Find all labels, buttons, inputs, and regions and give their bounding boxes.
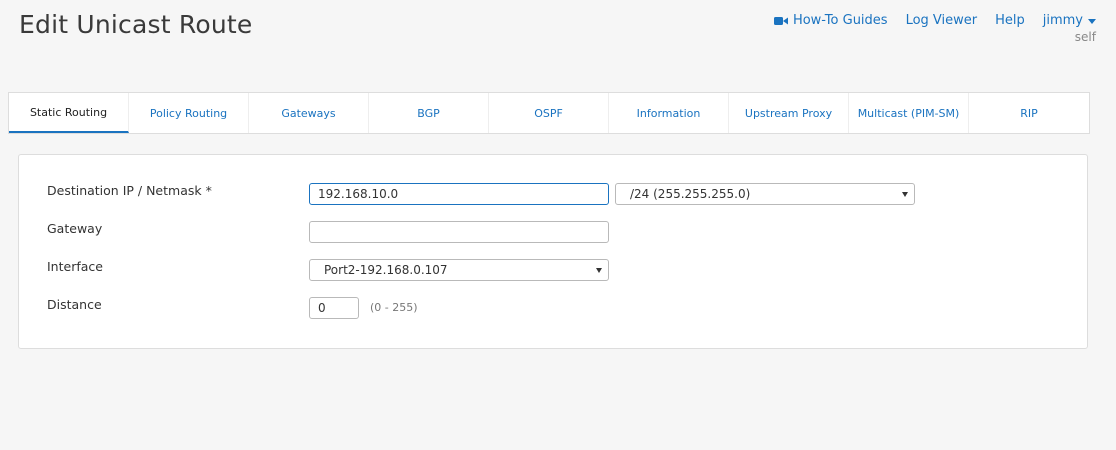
help-link[interactable]: Help (995, 13, 1025, 29)
interface-value: Port2-192.168.0.107 (324, 263, 448, 277)
chevron-down-icon (596, 268, 602, 273)
distance-range-hint: (0 - 255) (370, 301, 418, 314)
routing-tabs: Static Routing Policy Routing Gateways B… (8, 92, 1090, 134)
destination-label: Destination IP / Netmask * (47, 183, 212, 198)
gateway-input[interactable] (309, 221, 609, 243)
video-camera-icon (773, 17, 788, 25)
netmask-value: /24 (255.255.255.0) (630, 187, 751, 201)
caret-down-icon (1088, 18, 1096, 24)
tab-information[interactable]: Information (609, 93, 729, 133)
log-viewer-link[interactable]: Log Viewer (906, 13, 978, 29)
interface-select[interactable]: Port2-192.168.0.107 (309, 259, 609, 281)
tab-bgp[interactable]: BGP (369, 93, 489, 133)
tab-static-routing[interactable]: Static Routing (9, 93, 129, 133)
netmask-select[interactable]: /24 (255.255.255.0) (615, 183, 915, 205)
tab-ospf[interactable]: OSPF (489, 93, 609, 133)
user-name: jimmy (1042, 13, 1083, 28)
howto-guides-link[interactable]: How-To Guides (773, 13, 888, 29)
interface-label: Interface (47, 259, 103, 274)
tab-gateways[interactable]: Gateways (249, 93, 369, 133)
user-menu: jimmy self (1043, 13, 1096, 44)
howto-guides-label: How-To Guides (792, 13, 888, 28)
tab-multicast-pim-sm[interactable]: Multicast (PIM-SM) (849, 93, 969, 133)
tab-policy-routing[interactable]: Policy Routing (129, 93, 249, 133)
tab-rip[interactable]: RIP (969, 93, 1089, 133)
header-links: How-To Guides Log Viewer Help jimmy self (756, 13, 1096, 44)
route-form-panel: Destination IP / Netmask * /24 (255.255.… (18, 154, 1088, 349)
page-title: Edit Unicast Route (19, 10, 253, 39)
distance-label: Distance (47, 297, 102, 312)
user-menu-button[interactable]: jimmy (1043, 13, 1096, 29)
chevron-down-icon (902, 192, 908, 197)
user-role: self (1074, 30, 1096, 44)
tab-upstream-proxy[interactable]: Upstream Proxy (729, 93, 849, 133)
destination-ip-input[interactable] (309, 183, 609, 205)
distance-input[interactable] (309, 297, 359, 319)
gateway-label: Gateway (47, 221, 103, 236)
